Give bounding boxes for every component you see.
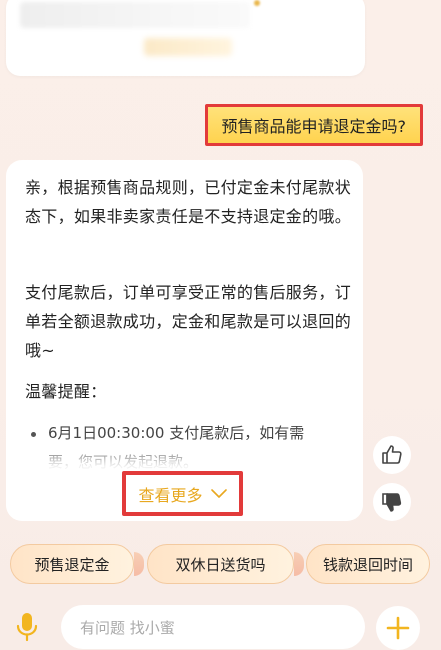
chip-weekend-delivery[interactable]: 双休日送货吗 bbox=[147, 544, 294, 584]
like-button[interactable] bbox=[373, 436, 411, 474]
reply-paragraph: 亲，根据预售商品规则，已付定金未付尾款状态下，如果非卖家责任是不支持退定金的哦。 bbox=[25, 178, 352, 226]
blurred-text bbox=[20, 2, 250, 28]
bot-reply-card: 亲，根据预售商品规则，已付定金未付尾款状态下，如果非卖家责任是不支持退定金的哦。… bbox=[6, 160, 363, 521]
chevron-down-icon bbox=[210, 488, 227, 498]
thumbs-down-icon bbox=[382, 493, 402, 512]
thumbs-up-icon bbox=[382, 445, 402, 464]
input-placeholder: 有问题 找小蜜 bbox=[80, 618, 175, 637]
user-message-text: 预售商品能申请退定金吗? bbox=[221, 117, 407, 136]
chip-label: 双休日送货吗 bbox=[175, 555, 266, 574]
reply-paragraph: 支付尾款后，订单可享受正常的售后服务，订单若全额退款成功，定金和尾款是可以退回的… bbox=[25, 283, 352, 360]
user-message-bubble: 预售商品能申请退定金吗? bbox=[204, 104, 423, 146]
dislike-button[interactable] bbox=[373, 483, 411, 521]
quick-question-chips: 预售退定金 双休日送货吗 钱款退回时间 bbox=[0, 544, 441, 586]
microphone-button[interactable] bbox=[7, 607, 47, 647]
blurred-link bbox=[144, 38, 232, 56]
see-more-button[interactable]: 查看更多 bbox=[122, 471, 243, 516]
more-options-button[interactable] bbox=[376, 606, 420, 650]
previous-message-card bbox=[6, 0, 365, 76]
reply-paragraph: 温馨提醒： bbox=[25, 382, 107, 401]
chip-refund-time[interactable]: 钱款退回时间 bbox=[306, 544, 430, 584]
chip-label: 钱款退回时间 bbox=[322, 555, 413, 574]
input-bar: 有问题 找小蜜 bbox=[0, 600, 441, 650]
chip-decoration bbox=[294, 552, 304, 576]
chip-presale-deposit-refund[interactable]: 预售退定金 bbox=[10, 544, 134, 584]
blurred-dot bbox=[254, 0, 260, 6]
chip-decoration bbox=[134, 552, 144, 576]
see-more-label: 查看更多 bbox=[138, 485, 203, 505]
message-input[interactable]: 有问题 找小蜜 bbox=[61, 605, 365, 649]
microphone-icon bbox=[16, 613, 38, 642]
chip-label: 预售退定金 bbox=[34, 555, 110, 574]
plus-icon bbox=[386, 616, 410, 640]
